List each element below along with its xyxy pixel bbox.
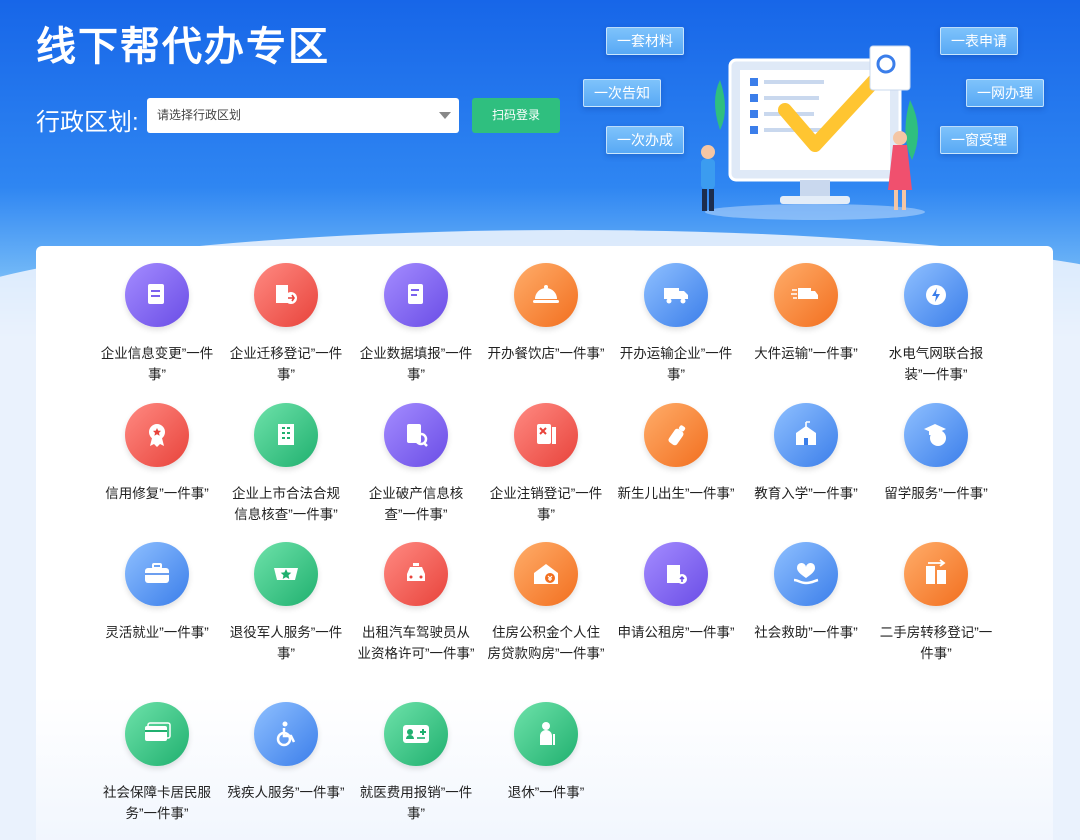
service-item[interactable]: 开办运输企业”一件事” bbox=[614, 263, 738, 385]
building-icon bbox=[254, 403, 318, 467]
banner-tag: 一表申请 bbox=[940, 27, 1018, 55]
service-item[interactable]: 退役军人服务”一件事” bbox=[224, 542, 348, 664]
service-item[interactable]: 开办餐饮店”一件事” bbox=[484, 263, 608, 364]
service-label: 申请公租房”一件事” bbox=[617, 625, 735, 640]
service-label: 企业注销登记”一件事” bbox=[489, 486, 603, 522]
service-item[interactable]: 就医费用报销”一件事” bbox=[354, 702, 478, 824]
service-label: 出租汽车驾驶员从业资格许可”一件事” bbox=[357, 625, 475, 661]
service-label: 企业迁移登记”一件事” bbox=[229, 346, 343, 382]
banner-tag: 一次告知 bbox=[583, 79, 661, 107]
service-item[interactable]: 社会救助”一件事” bbox=[744, 542, 868, 643]
taxi-icon bbox=[384, 542, 448, 606]
service-label: 留学服务”一件事” bbox=[884, 486, 988, 501]
service-item[interactable]: 企业信息变更”一件事” bbox=[95, 263, 219, 385]
edit-doc-icon bbox=[384, 263, 448, 327]
graduation-globe-icon bbox=[904, 403, 968, 467]
service-item[interactable]: 留学服务”一件事” bbox=[874, 403, 998, 504]
exchange-doc-icon bbox=[125, 263, 189, 327]
social-card-icon bbox=[125, 702, 189, 766]
briefcase-icon bbox=[125, 542, 189, 606]
service-item[interactable]: 水电气网联合报装”一件事” bbox=[874, 263, 998, 385]
service-label: 大件运输”一件事” bbox=[754, 346, 858, 361]
house-transfer-icon bbox=[904, 542, 968, 606]
service-item[interactable]: 二手房转移登记”一件事” bbox=[874, 542, 998, 664]
computer-checklist-illustration bbox=[701, 45, 925, 220]
service-label: 企业信息变更”一件事” bbox=[100, 346, 214, 382]
service-label: 水电气网联合报装”一件事” bbox=[888, 346, 984, 382]
region-select-value: 请选择行政区划 bbox=[157, 108, 242, 122]
page-title: 线下帮代办专区 bbox=[36, 25, 330, 69]
house-fund-icon bbox=[514, 542, 578, 606]
fast-truck-icon bbox=[774, 263, 838, 327]
wheelchair-icon bbox=[254, 702, 318, 766]
school-icon bbox=[774, 403, 838, 467]
heart-hand-icon bbox=[774, 542, 838, 606]
doc-search-icon bbox=[384, 403, 448, 467]
credit-badge-icon bbox=[125, 403, 189, 467]
service-item[interactable]: 申请公租房”一件事” bbox=[614, 542, 738, 643]
public-housing-icon bbox=[644, 542, 708, 606]
banner-tag: 一套材料 bbox=[606, 27, 684, 55]
medical-card-icon bbox=[384, 702, 448, 766]
service-label: 社会救助”一件事” bbox=[754, 625, 858, 640]
truck-icon bbox=[644, 263, 708, 327]
utility-drop-icon bbox=[904, 263, 968, 327]
service-label: 教育入学”一件事” bbox=[754, 486, 858, 501]
service-label: 就医费用报销”一件事” bbox=[359, 785, 473, 821]
banner-tag: 一窗受理 bbox=[940, 126, 1018, 154]
service-label: 开办餐饮店”一件事” bbox=[487, 346, 605, 361]
service-item[interactable]: 企业破产信息核查”一件事” bbox=[354, 403, 478, 525]
service-panel: 企业信息变更”一件事” 企业迁移登记”一件事” 企业数据填报”一件事” 开办餐饮店”一… bbox=[36, 246, 1053, 840]
service-label: 残疾人服务”一件事” bbox=[227, 785, 345, 800]
elder-icon bbox=[514, 702, 578, 766]
banner-tag: 一次办成 bbox=[606, 126, 684, 154]
service-item[interactable]: 大件运输”一件事” bbox=[744, 263, 868, 364]
service-label: 二手房转移登记”一件事” bbox=[879, 625, 993, 661]
service-label: 社会保障卡居民服务”一件事” bbox=[103, 785, 211, 821]
service-item[interactable]: 企业迁移登记”一件事” bbox=[224, 263, 348, 385]
chevron-down-icon bbox=[439, 112, 451, 119]
service-item[interactable]: 教育入学”一件事” bbox=[744, 403, 868, 504]
building-transfer-icon bbox=[254, 263, 318, 327]
service-label: 开办运输企业”一件事” bbox=[619, 346, 733, 382]
service-item[interactable]: 信用修复”一件事” bbox=[95, 403, 219, 504]
region-label: 行政区划: bbox=[36, 109, 139, 136]
service-item[interactable]: 灵活就业”一件事” bbox=[95, 542, 219, 643]
service-label: 退役军人服务”一件事” bbox=[229, 625, 343, 661]
service-item[interactable]: 出租汽车驾驶员从业资格许可”一件事” bbox=[354, 542, 478, 664]
service-item[interactable]: 企业上市合法合规信息核查”一件事” bbox=[224, 403, 348, 525]
baby-bottle-icon bbox=[644, 403, 708, 467]
service-label: 新生儿出生”一件事” bbox=[617, 486, 735, 501]
service-label: 住房公积金个人住房贷款购房”一件事” bbox=[487, 625, 605, 661]
service-label: 企业破产信息核查”一件事” bbox=[368, 486, 464, 522]
scan-login-button[interactable]: 扫码登录 bbox=[472, 98, 560, 133]
service-label: 灵活就业”一件事” bbox=[105, 625, 209, 640]
service-item[interactable]: 残疾人服务”一件事” bbox=[224, 702, 348, 803]
service-label: 企业数据填报”一件事” bbox=[359, 346, 473, 382]
military-star-icon bbox=[254, 542, 318, 606]
doc-cancel-icon bbox=[514, 403, 578, 467]
service-label: 企业上市合法合规信息核查”一件事” bbox=[232, 486, 340, 522]
service-item[interactable]: 社会保障卡居民服务”一件事” bbox=[95, 702, 219, 824]
service-item[interactable]: 企业注销登记”一件事” bbox=[484, 403, 608, 525]
food-cloche-icon bbox=[514, 263, 578, 327]
service-item[interactable]: 退休”一件事” bbox=[484, 702, 608, 803]
service-label: 退休”一件事” bbox=[507, 785, 585, 800]
service-item[interactable]: 住房公积金个人住房贷款购房”一件事” bbox=[484, 542, 608, 664]
service-item[interactable]: 企业数据填报”一件事” bbox=[354, 263, 478, 385]
banner-tag: 一网办理 bbox=[966, 79, 1044, 107]
region-select[interactable]: 请选择行政区划 bbox=[147, 98, 459, 133]
service-label: 信用修复”一件事” bbox=[105, 486, 209, 501]
service-item[interactable]: 新生儿出生”一件事” bbox=[614, 403, 738, 504]
